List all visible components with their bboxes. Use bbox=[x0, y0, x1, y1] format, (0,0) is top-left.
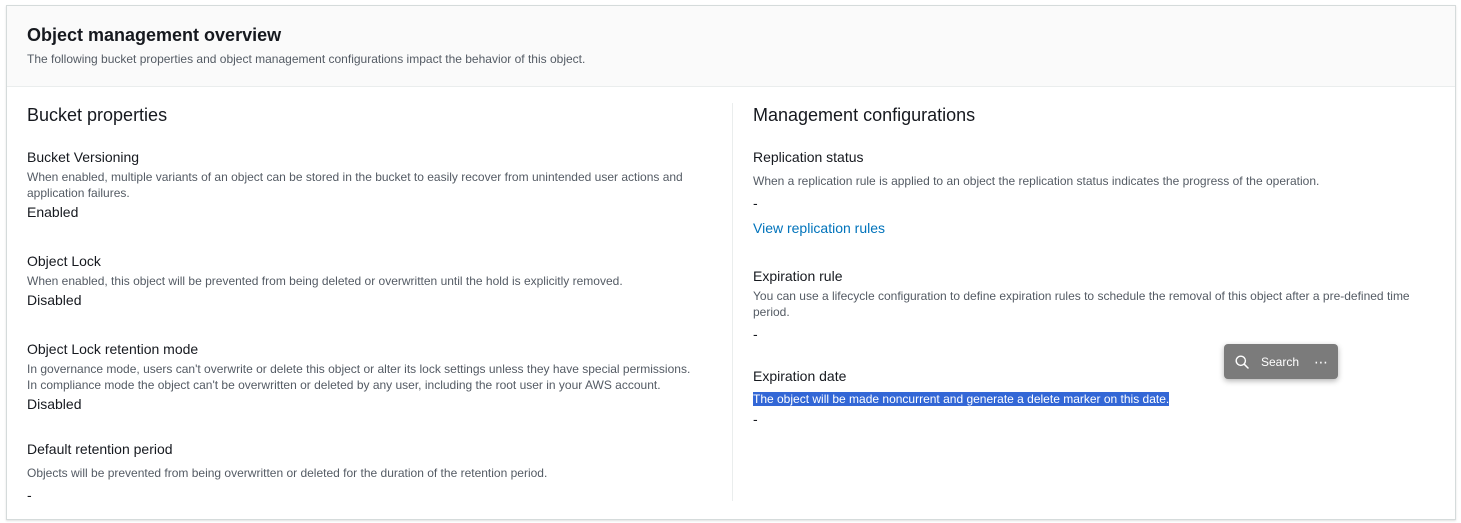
field-label: Object Lock bbox=[27, 253, 101, 269]
management-configurations-title: Management configurations bbox=[753, 105, 976, 125]
object-lock-field: Object Lock When enabled, this object wi… bbox=[27, 252, 717, 309]
view-replication-rules-link[interactable]: View replication rules bbox=[753, 220, 885, 236]
field-value: - bbox=[753, 326, 758, 342]
default-retention-period-field: Default retention period Objects will be… bbox=[27, 440, 717, 504]
field-label: Default retention period bbox=[27, 441, 173, 457]
search-button[interactable]: Search bbox=[1235, 355, 1299, 369]
field-description: You can use a lifecycle configuration to… bbox=[753, 289, 1410, 319]
field-label: Expiration rule bbox=[753, 268, 843, 284]
selection-search-popup: Search ⋯ bbox=[1224, 344, 1338, 379]
panel-header: Object management overview The following… bbox=[7, 6, 1455, 87]
field-label: Object Lock retention mode bbox=[27, 341, 199, 357]
field-description: In governance mode, users can't overwrit… bbox=[27, 361, 717, 393]
object-lock-retention-mode-field: Object Lock retention mode In governance… bbox=[27, 340, 717, 413]
field-description: The object will be made noncurrent and g… bbox=[753, 391, 1443, 407]
field-description-line: In compliance mode the object can't be o… bbox=[27, 378, 661, 392]
field-description: When enabled, multiple variants of an ob… bbox=[27, 170, 683, 200]
more-options-icon[interactable]: ⋯ bbox=[1314, 355, 1329, 369]
field-description: Objects will be prevented from being ove… bbox=[27, 466, 548, 480]
expiration-date-field: Expiration date The object will be made … bbox=[753, 367, 1443, 428]
field-label: Replication status bbox=[753, 149, 864, 165]
bucket-properties-title: Bucket properties bbox=[27, 105, 168, 125]
field-description: When enabled, this object will be preven… bbox=[27, 274, 623, 288]
field-label: Bucket Versioning bbox=[27, 149, 140, 165]
field-value: - bbox=[753, 411, 758, 427]
field-value: Disabled bbox=[27, 292, 82, 308]
panel-title: Object management overview bbox=[27, 25, 282, 45]
field-description: When a replication rule is applied to an… bbox=[753, 174, 1320, 188]
field-value: - bbox=[27, 487, 32, 503]
selected-text[interactable]: The object will be made noncurrent and g… bbox=[753, 392, 1170, 406]
replication-status-field: Replication status When a replication ru… bbox=[753, 148, 1443, 238]
column-divider bbox=[732, 103, 733, 501]
field-value: - bbox=[753, 195, 758, 211]
field-description-line: In governance mode, users can't overwrit… bbox=[27, 362, 691, 376]
search-icon bbox=[1235, 355, 1249, 369]
search-label: Search bbox=[1261, 354, 1300, 369]
field-value: Enabled bbox=[27, 204, 79, 220]
object-management-overview-panel: Object management overview The following… bbox=[6, 5, 1456, 520]
bucket-versioning-field: Bucket Versioning When enabled, multiple… bbox=[27, 148, 717, 221]
field-value: Disabled bbox=[27, 396, 82, 412]
field-label: Expiration date bbox=[753, 368, 847, 384]
panel-description: The following bucket properties and obje… bbox=[27, 52, 586, 66]
expiration-rule-field: Expiration rule You can use a lifecycle … bbox=[753, 267, 1443, 343]
